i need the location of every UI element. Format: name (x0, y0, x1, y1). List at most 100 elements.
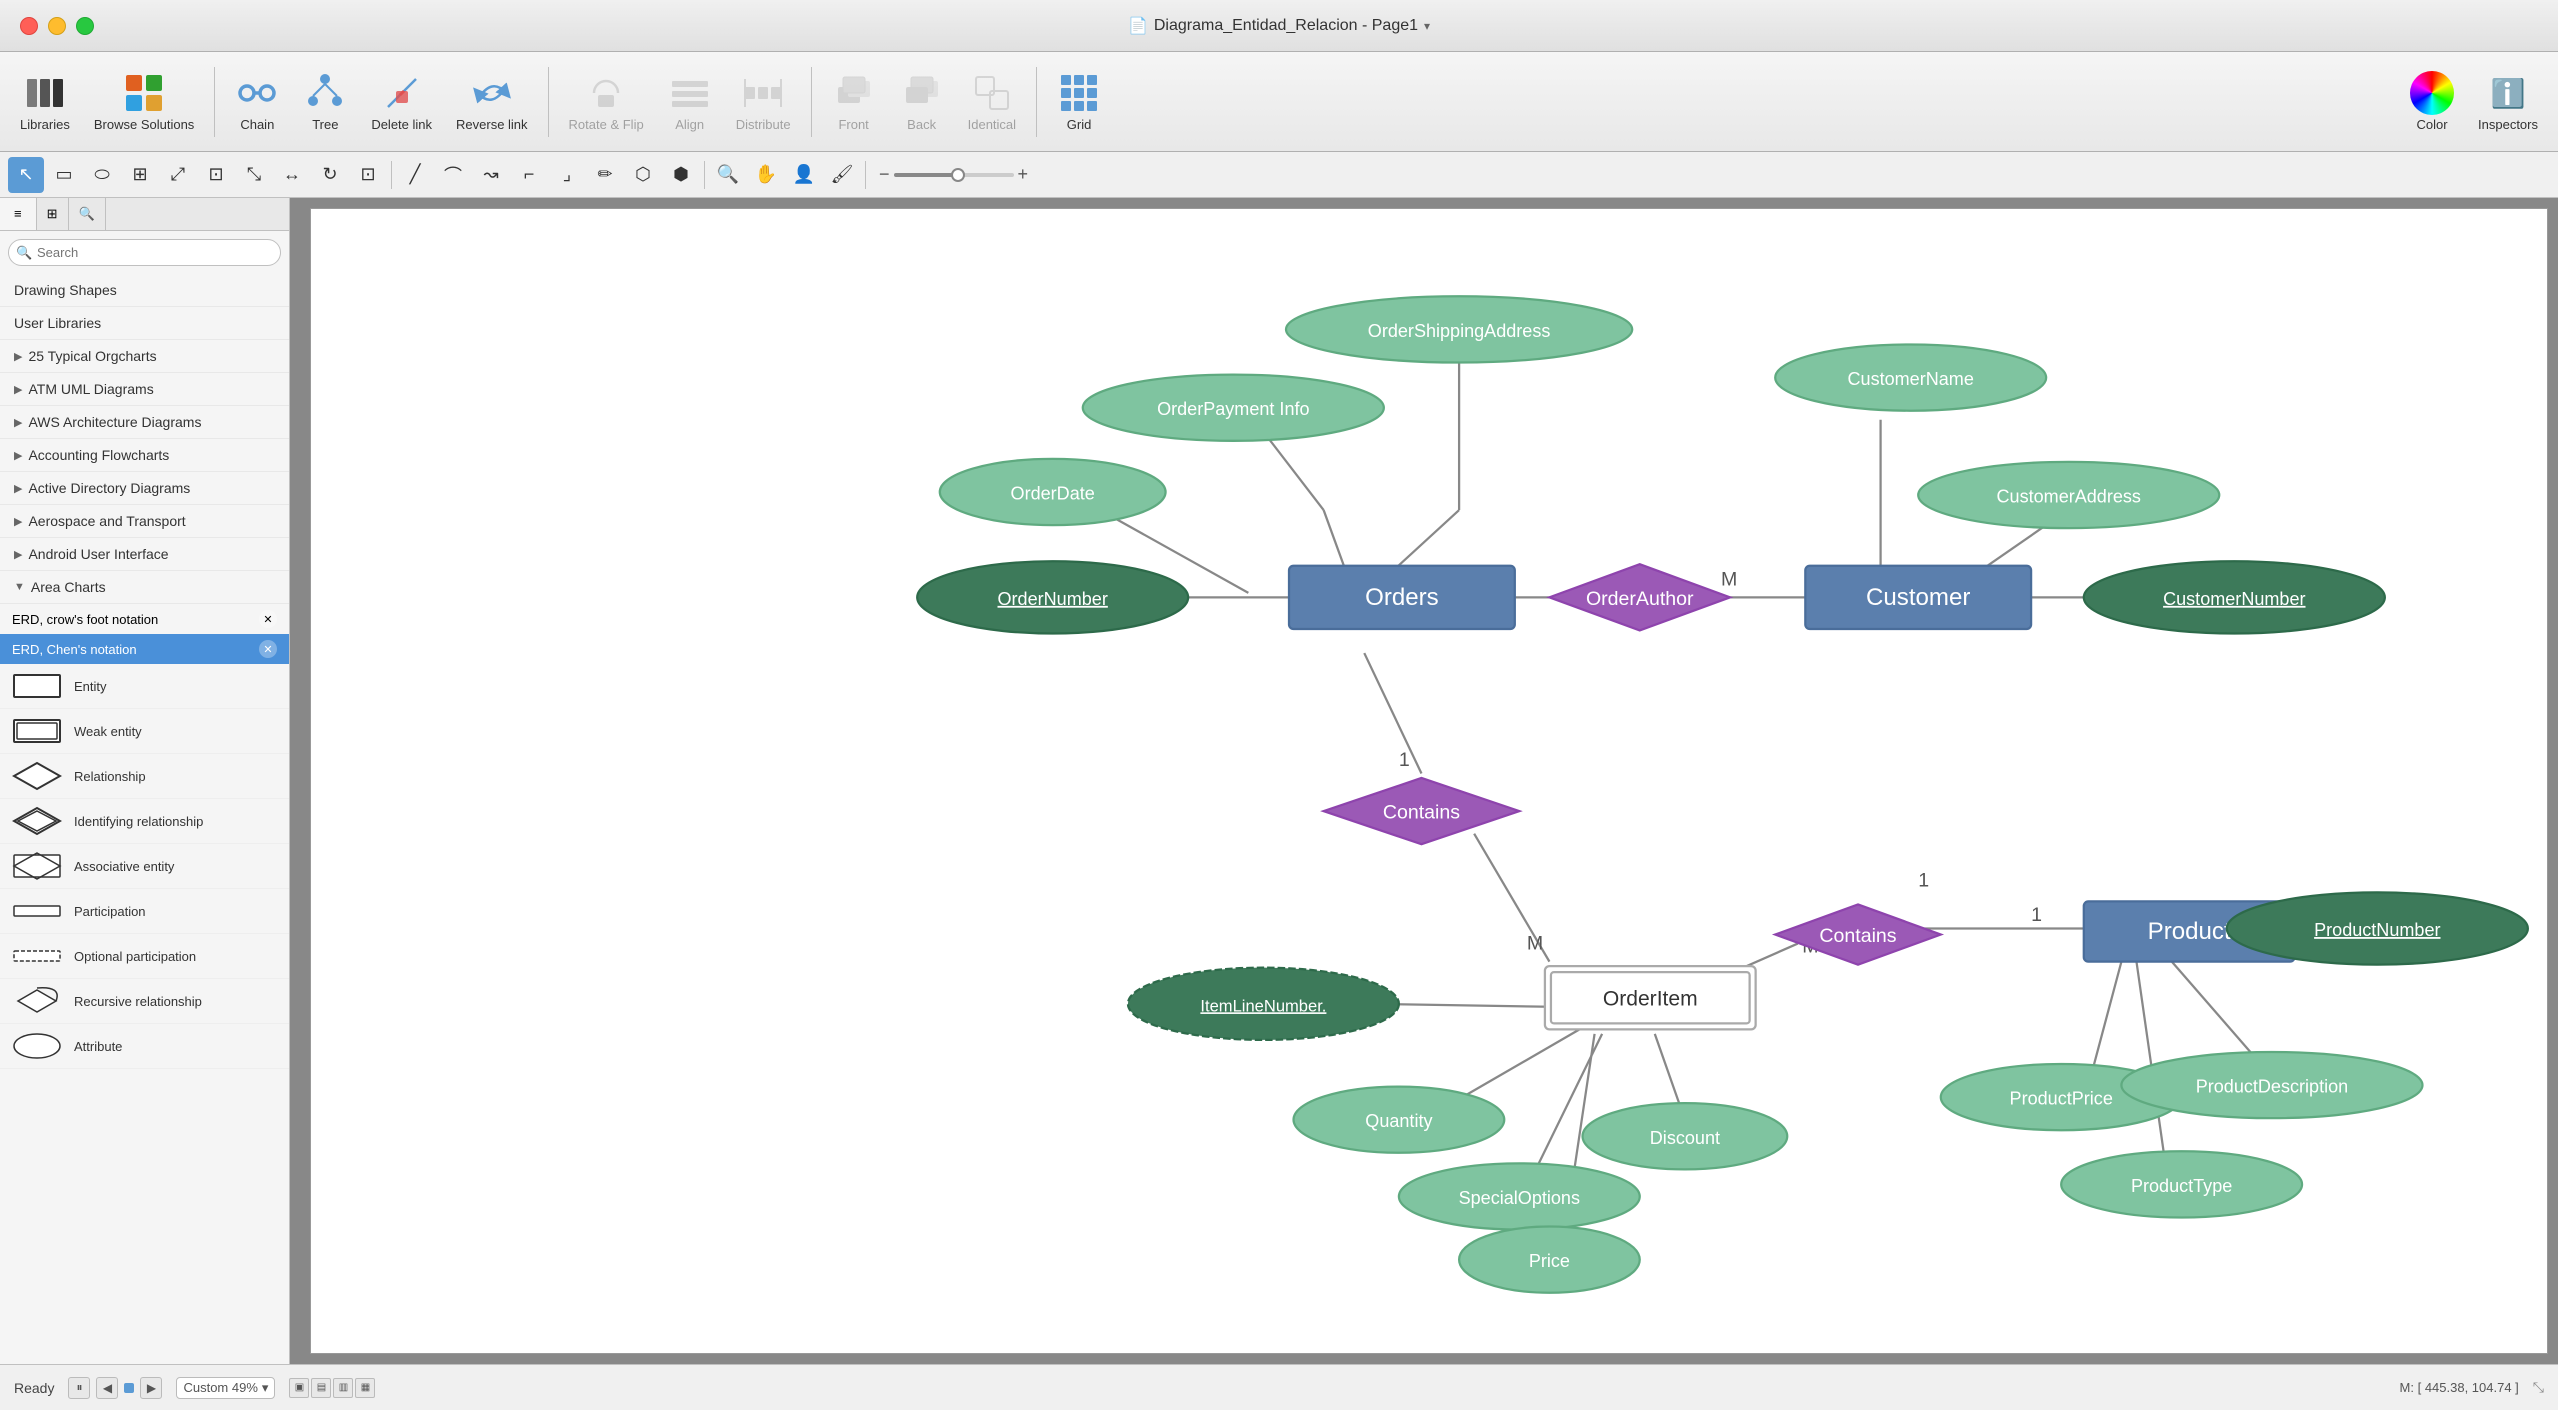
tool-resize-nw[interactable]: ⤢ (160, 157, 196, 193)
svg-text:1: 1 (1918, 869, 1929, 891)
tool-user[interactable]: 👤 (786, 157, 822, 193)
tool-table[interactable]: ⊞ (122, 157, 158, 193)
minimize-button[interactable] (48, 17, 66, 35)
tool-ungroup[interactable]: ⬢ (663, 157, 699, 193)
canvas[interactable]: M 1 1 M M 1 1 (310, 208, 2548, 1354)
toolbar-reverse-link[interactable]: Reverse link (446, 67, 538, 136)
view-icon-2[interactable]: ▤ (311, 1378, 331, 1398)
tool-connector[interactable]: ↝ (473, 157, 509, 193)
toolbar-inspectors[interactable]: ℹ️ Inspectors (2468, 67, 2548, 136)
sidebar-item-aws[interactable]: ▶ AWS Architecture Diagrams (0, 406, 289, 439)
tool-line[interactable]: ╱ (397, 157, 433, 193)
tool-ortho[interactable]: ⌟ (549, 157, 585, 193)
shape-weak-entity[interactable]: Weak entity (0, 709, 289, 754)
view-icon-1[interactable]: ▣ (289, 1378, 309, 1398)
tool-ellipse[interactable]: ⬭ (84, 157, 120, 193)
pause-button[interactable]: ⏸ (68, 1377, 90, 1399)
close-button[interactable] (20, 17, 38, 35)
shape-relationship[interactable]: Relationship (0, 754, 289, 799)
expand-arrow-3: ▶ (14, 416, 22, 429)
tool-magnify[interactable]: 🔍 (710, 157, 746, 193)
sidebar-tab-grid[interactable]: ⊞ (37, 198, 69, 230)
shape-entity[interactable]: Entity (0, 664, 289, 709)
shape-recursive[interactable]: Recursive relationship (0, 979, 289, 1024)
toolbar-rotate-flip[interactable]: Rotate & Flip (559, 67, 654, 136)
coords-display: M: [ 445.38, 104.74 ] (2400, 1380, 2519, 1395)
sidebar-item-android-ui[interactable]: ▶ Android User Interface (0, 538, 289, 571)
zoom-select[interactable]: Custom 49% ▾ (176, 1377, 275, 1399)
tool-pointer[interactable]: ↖ (8, 157, 44, 193)
tree-label: Tree (312, 117, 338, 132)
fullscreen-button[interactable] (76, 17, 94, 35)
erd-tab-chens[interactable]: ERD, Chen's notation ✕ (0, 634, 289, 664)
toolbar-front[interactable]: Front (822, 67, 886, 136)
sidebar-tab-search[interactable]: 🔍 (69, 198, 106, 230)
svg-text:Contains: Contains (1383, 802, 1460, 824)
view-icons: ▣ ▤ ▥ ▦ (289, 1378, 375, 1398)
sidebar-item-25-orgcharts[interactable]: ▶ 25 Typical Orgcharts (0, 340, 289, 373)
sidebar-item-aerospace[interactable]: ▶ Aerospace and Transport (0, 505, 289, 538)
tool-pen[interactable]: ✏ (587, 157, 623, 193)
view-icon-3[interactable]: ▥ (333, 1378, 353, 1398)
prev-page-button[interactable]: ◀ (96, 1377, 118, 1399)
toolbar-color[interactable]: Color (2400, 67, 2464, 136)
view-icon-4[interactable]: ▦ (355, 1378, 375, 1398)
libraries-icon (23, 71, 67, 115)
toolbar-tree[interactable]: Tree (293, 67, 357, 136)
delete-link-icon (380, 71, 424, 115)
weak-entity-label: Weak entity (74, 724, 142, 739)
back-icon (900, 71, 944, 115)
crows-foot-close[interactable]: ✕ (259, 610, 277, 628)
shape-optional-participation[interactable]: Optional participation (0, 934, 289, 979)
tool-resize-w[interactable]: ↔ (274, 157, 310, 193)
tool-expand[interactable]: ⊡ (198, 157, 234, 193)
search-input[interactable] (8, 239, 281, 266)
toolbar-back[interactable]: Back (890, 67, 954, 136)
tool-group[interactable]: ⬡ (625, 157, 661, 193)
tool-paint[interactable]: 🖌 (824, 157, 860, 193)
zoom-in-icon[interactable]: + (1018, 164, 1029, 185)
toolbar-identical[interactable]: Identical (958, 67, 1026, 136)
toolbar-browse-solutions[interactable]: Browse Solutions (84, 67, 204, 136)
sidebar-item-accounting[interactable]: ▶ Accounting Flowcharts (0, 439, 289, 472)
next-page-button[interactable]: ▶ (140, 1377, 162, 1399)
tool-hv-connector[interactable]: ⌐ (511, 157, 547, 193)
toolbar-sep-4 (1036, 67, 1037, 137)
sidebar-top-tabs: ≡ ⊞ 🔍 (0, 198, 289, 231)
main-toolbar: Libraries Browse Solutions Chain (0, 52, 2558, 152)
toolbar-chain[interactable]: Chain (225, 67, 289, 136)
shape-attribute[interactable]: Attribute (0, 1024, 289, 1069)
chens-close[interactable]: ✕ (259, 640, 277, 658)
title-dropdown-icon[interactable]: ▾ (1424, 19, 1430, 33)
toolbar-delete-link[interactable]: Delete link (361, 67, 442, 136)
tool-resize-ne[interactable]: ⤡ (236, 157, 272, 193)
toolrow2-sep-3 (865, 161, 866, 189)
shape-participation[interactable]: Participation (0, 889, 289, 934)
zoom-slider[interactable] (894, 173, 1014, 177)
tool-rect[interactable]: ▭ (46, 157, 82, 193)
tool-pan[interactable]: ✋ (748, 157, 784, 193)
resize-icon[interactable]: ⤡ (2533, 1379, 2544, 1396)
sidebar-item-drawing-shapes[interactable]: Drawing Shapes (0, 274, 289, 307)
accounting-label: Accounting Flowcharts (28, 447, 169, 463)
erd-tab-crows-foot[interactable]: ERD, crow's foot notation ✕ (0, 604, 289, 634)
toolbar-distribute[interactable]: Distribute (726, 67, 801, 136)
toolbar-align[interactable]: Align (658, 67, 722, 136)
sidebar-item-user-libraries[interactable]: User Libraries (0, 307, 289, 340)
sidebar-item-atm-uml[interactable]: ▶ ATM UML Diagrams (0, 373, 289, 406)
canvas-container[interactable]: M 1 1 M M 1 1 (290, 198, 2558, 1364)
tool-rotate[interactable]: ↻ (312, 157, 348, 193)
zoom-out-icon[interactable]: − (879, 164, 890, 185)
shape-identifying-rel[interactable]: Identifying relationship (0, 799, 289, 844)
sidebar-item-area-charts[interactable]: ▼ Area Charts (0, 571, 289, 604)
toolbar-libraries[interactable]: Libraries (10, 67, 80, 136)
tool-crop[interactable]: ⊡ (350, 157, 386, 193)
atm-uml-label: ATM UML Diagrams (28, 381, 153, 397)
svg-text:1: 1 (2031, 904, 2042, 926)
sidebar-tab-list[interactable]: ≡ (0, 198, 37, 230)
toolbar-grid[interactable]: Grid (1047, 67, 1111, 136)
sidebar-item-active-dir[interactable]: ▶ Active Directory Diagrams (0, 472, 289, 505)
tool-bezier[interactable]: ⌒ (435, 157, 471, 193)
shape-associative[interactable]: Associative entity (0, 844, 289, 889)
svg-text:ProductNumber: ProductNumber (2314, 920, 2440, 940)
